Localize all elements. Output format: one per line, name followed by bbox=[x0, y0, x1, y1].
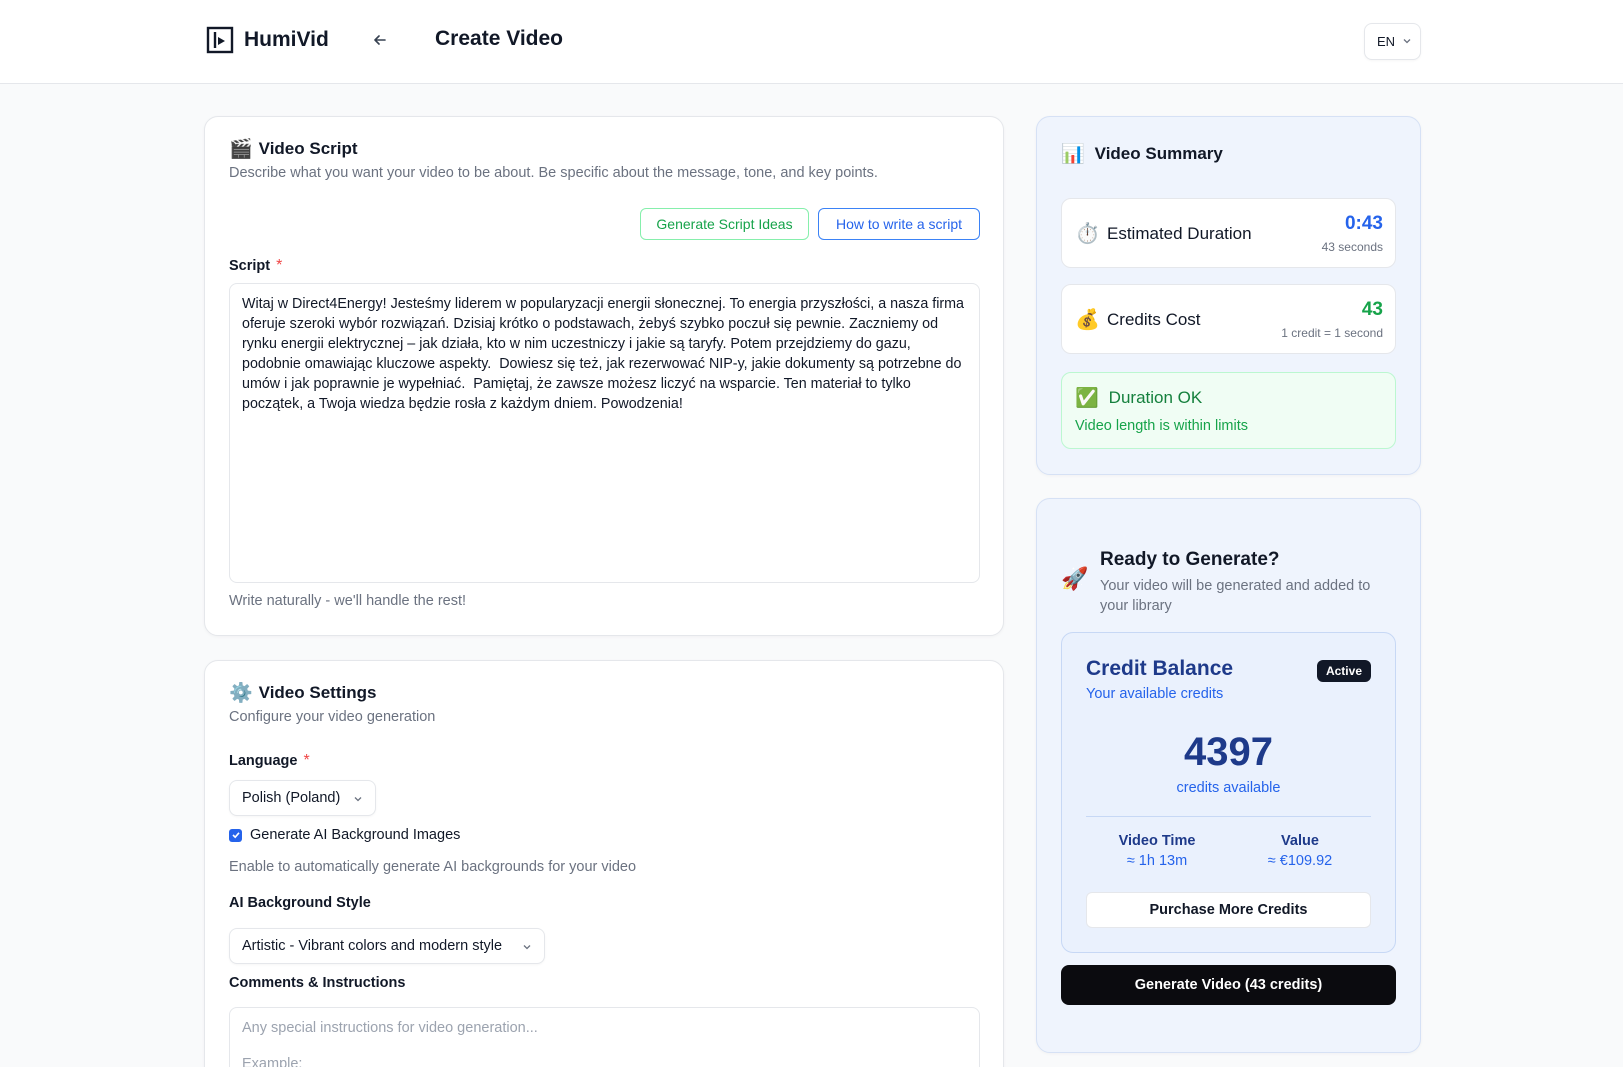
language-select[interactable]: Polish (Poland) bbox=[229, 780, 376, 816]
chevron-down-icon bbox=[1403, 39, 1411, 44]
credit-balance-value: 4397 bbox=[1184, 730, 1273, 774]
ready-to-generate-title: Ready to Generate? bbox=[1100, 549, 1280, 570]
video-settings-description: Configure your video generation bbox=[229, 709, 436, 725]
generate-video-button[interactable]: Generate Video (43 credits) bbox=[1061, 965, 1396, 1005]
value-stat: Value ≈ €109.92 bbox=[1229, 833, 1371, 869]
ai-background-help: Enable to automatically generate AI back… bbox=[229, 859, 637, 875]
how-to-write-script-button[interactable]: How to write a script bbox=[818, 208, 980, 240]
stopwatch-icon: ⏱️ bbox=[1075, 221, 1100, 245]
ai-background-style-select[interactable]: Artistic - Vibrant colors and modern sty… bbox=[229, 928, 545, 964]
check-mark-icon: ✅ bbox=[1075, 386, 1099, 409]
video-script-heading: 🎬 Video Script bbox=[229, 139, 358, 159]
ai-background-checkbox[interactable] bbox=[229, 828, 242, 842]
check-icon bbox=[231, 832, 240, 839]
estimated-duration-value: 0:43 bbox=[1344, 213, 1383, 234]
video-time-stat: Video Time ≈ 1h 13m bbox=[1086, 833, 1228, 869]
video-summary-heading: 📊 Video Summary bbox=[1061, 144, 1223, 164]
duration-status-box: ✅ Duration OK Video length is within lim… bbox=[1061, 372, 1396, 449]
credits-cost-value: 43 bbox=[1361, 299, 1383, 320]
ai-background-checkbox-row: Generate AI Background Images bbox=[229, 827, 460, 843]
comments-textarea[interactable]: Any special instructions for video gener… bbox=[229, 1007, 980, 1067]
required-mark: * bbox=[303, 752, 310, 769]
duration-status-title: Duration OK bbox=[1108, 388, 1203, 407]
value-label: Value bbox=[1281, 833, 1319, 849]
page-title: Create Video bbox=[435, 27, 563, 50]
video-summary-title: Video Summary bbox=[1094, 144, 1223, 163]
money-bag-icon: 💰 bbox=[1075, 307, 1100, 331]
gear-icon: ⚙️ bbox=[229, 681, 253, 704]
video-time-label: Video Time bbox=[1118, 833, 1196, 849]
credits-cost-label: Credits Cost bbox=[1107, 310, 1201, 329]
language-switcher-value: EN bbox=[1377, 34, 1396, 49]
clapper-board-icon: 🎬 bbox=[229, 137, 253, 160]
value-amount: ≈ €109.92 bbox=[1267, 853, 1333, 869]
chevron-down-icon bbox=[354, 797, 362, 802]
chevron-down-icon bbox=[523, 945, 531, 950]
logo[interactable]: HumiVid bbox=[206, 26, 329, 54]
video-settings-card: ⚙️ Video Settings Configure your video g… bbox=[204, 660, 1004, 1067]
credits-cost-rate: 1 credit = 1 second bbox=[1281, 326, 1383, 340]
generate-script-ideas-button[interactable]: Generate Script Ideas bbox=[640, 208, 809, 240]
credit-balance-title: Credit Balance bbox=[1086, 657, 1234, 680]
ready-to-generate-card: 🚀 Ready to Generate? Your video will be … bbox=[1036, 498, 1421, 1053]
credit-balance-subtitle: Your available credits bbox=[1086, 686, 1224, 702]
ai-background-checkbox-label[interactable]: Generate AI Background Images bbox=[250, 827, 460, 843]
ai-background-style-value: Artistic - Vibrant colors and modern sty… bbox=[242, 938, 503, 954]
ai-background-style-label: AI Background Style bbox=[229, 895, 371, 911]
video-settings-heading: ⚙️ Video Settings bbox=[229, 683, 376, 703]
comments-placeholder: Any special instructions for video gener… bbox=[242, 1020, 538, 1036]
estimated-duration-seconds: 43 seconds bbox=[1321, 240, 1383, 254]
script-textarea[interactable]: Witaj w Direct4Energy! Jesteśmy liderem … bbox=[229, 283, 980, 583]
duration-status-heading: ✅ Duration OK bbox=[1075, 388, 1202, 408]
video-script-title: Video Script bbox=[258, 139, 358, 158]
video-script-description: Describe what you want your video to be … bbox=[229, 165, 878, 181]
ready-to-generate-description: Your video will be generated and added t… bbox=[1100, 578, 1371, 614]
script-helper-text: Write naturally - we'll handle the rest! bbox=[229, 593, 467, 609]
video-summary-card: 📊 Video Summary ⏱️ Estimated Duration 0:… bbox=[1036, 116, 1421, 475]
script-label-row: Script * bbox=[229, 257, 282, 275]
estimated-duration-stat: ⏱️ Estimated Duration 0:43 43 seconds bbox=[1061, 198, 1396, 268]
back-button[interactable] bbox=[368, 28, 392, 52]
video-settings-title: Video Settings bbox=[258, 683, 377, 702]
comments-label: Comments & Instructions bbox=[229, 975, 406, 991]
credit-balance-caption: credits available bbox=[1176, 780, 1281, 796]
language-select-value: Polish (Poland) bbox=[242, 790, 341, 806]
app-name: HumiVid bbox=[244, 28, 329, 51]
arrow-left-icon bbox=[374, 35, 386, 45]
duration-status-text: Video length is within limits bbox=[1075, 418, 1249, 434]
comments-placeholder-example: Example: bbox=[242, 1056, 303, 1067]
video-script-card: 🎬 Video Script Describe what you want yo… bbox=[204, 116, 1004, 636]
script-label: Script bbox=[229, 258, 271, 274]
language-label-row: Language * bbox=[229, 752, 310, 770]
estimated-duration-label: Estimated Duration bbox=[1107, 224, 1252, 243]
purchase-more-credits-button[interactable]: Purchase More Credits bbox=[1086, 892, 1371, 928]
rocket-icon: 🚀 bbox=[1061, 567, 1089, 592]
status-badge: Active bbox=[1316, 660, 1371, 682]
logo-icon bbox=[206, 26, 234, 54]
required-mark: * bbox=[276, 257, 283, 274]
bar-chart-icon: 📊 bbox=[1061, 142, 1085, 165]
credit-balance-box: Credit Balance Your available credits Ac… bbox=[1061, 632, 1396, 953]
language-switcher[interactable]: EN bbox=[1364, 23, 1421, 60]
video-time-value: ≈ 1h 13m bbox=[1126, 853, 1188, 869]
credits-cost-stat: 💰 Credits Cost 43 1 credit = 1 second bbox=[1061, 284, 1396, 354]
divider bbox=[1086, 816, 1371, 817]
language-label: Language bbox=[229, 753, 298, 769]
top-bar: HumiVid Create Video EN bbox=[0, 0, 1623, 84]
